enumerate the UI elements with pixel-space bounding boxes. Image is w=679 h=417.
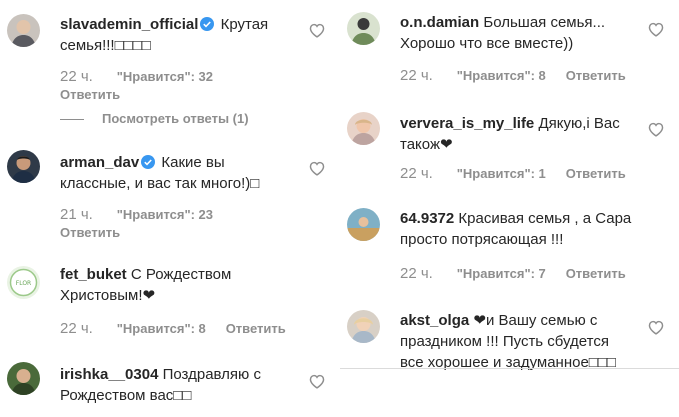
comment-username[interactable]: slavademin_official <box>60 16 198 33</box>
comment-likes[interactable]: "Нравится": 23 <box>117 207 213 222</box>
heart-outline-icon[interactable] <box>308 373 326 389</box>
avatar[interactable] <box>347 208 380 241</box>
comment-username[interactable]: ververa_is_my_life <box>400 115 534 132</box>
comment-text-line: Хорошо что все вместе)) <box>400 35 574 52</box>
comment-text-line: С Рождеством <box>130 266 232 283</box>
comment-username[interactable]: arman_dav <box>60 154 139 171</box>
comment-text-line: Какие вы <box>161 154 225 171</box>
avatar[interactable] <box>347 112 380 145</box>
reply-button[interactable]: Ответить <box>566 266 626 281</box>
comment-text-line: Дякую,і Вас <box>538 115 620 132</box>
comment-text-line: ❤и Вашу семью с <box>473 312 598 329</box>
avatar[interactable] <box>347 12 380 45</box>
comment-meta: 22 ч. "Нравится": 32 <box>60 68 229 85</box>
comment-username[interactable]: irishka__0304 <box>60 366 158 383</box>
comment-text: slavademin_official Крутая семья!!!□□□□ <box>60 14 285 56</box>
verified-badge-icon <box>200 17 215 31</box>
comment-time: 22 ч. <box>60 68 93 85</box>
comment-text-line: Рождеством вас□□ <box>60 387 192 404</box>
comment-meta: 21 ч. "Нравится": 23 <box>60 206 229 223</box>
comment-meta: 22 ч. "Нравится": 8 Ответить <box>60 320 286 337</box>
comment-username[interactable]: fet_buket <box>60 266 127 283</box>
avatar[interactable] <box>7 14 40 47</box>
comment-likes[interactable]: "Нравится": 8 <box>457 68 546 83</box>
heart-outline-icon[interactable] <box>308 22 326 38</box>
reply-button[interactable]: Ответить <box>60 225 120 240</box>
reply-button[interactable]: Ответить <box>566 68 626 83</box>
view-replies-label: Посмотреть ответы (1) <box>102 111 249 126</box>
verified-badge-icon <box>141 155 156 169</box>
comment-text-line: праздником !!! Пусть сбудется <box>400 333 609 350</box>
reply-button[interactable]: Ответить <box>566 166 626 181</box>
avatar[interactable] <box>7 150 40 183</box>
comment-meta: 22 ч. "Нравится": 1 Ответить <box>400 165 626 182</box>
divider-dash <box>60 119 84 121</box>
comment-text: arman_dav Какие вы классные, и вас так м… <box>60 152 285 194</box>
comment-text-line: також❤ <box>400 136 453 153</box>
comment-text: ververa_is_my_life Дякую,і Вас також❤ <box>400 113 625 155</box>
avatar[interactable] <box>347 310 380 343</box>
comment-time: 21 ч. <box>60 206 93 223</box>
comment-text: fet_buket С Рождеством Христовым!❤ <box>60 264 285 306</box>
avatar[interactable]: FLOR <box>7 266 40 299</box>
heart-outline-icon[interactable] <box>647 21 665 37</box>
comment-time: 22 ч. <box>60 320 93 337</box>
comment-username[interactable]: akst_olga <box>400 312 469 329</box>
comment-likes[interactable]: "Нравится": 32 <box>117 69 213 84</box>
comment-username[interactable]: o.n.damian <box>400 14 479 31</box>
comment-likes[interactable]: "Нравится": 1 <box>457 166 546 181</box>
comment-text: akst_olga ❤и Вашу семью с праздником !!!… <box>400 310 650 373</box>
comment-text-line: Большая семья... <box>483 14 606 31</box>
svg-text:FLOR: FLOR <box>16 280 31 287</box>
comment-text-line: семья!!!□□□□ <box>60 37 151 54</box>
divider <box>340 368 679 369</box>
heart-outline-icon[interactable] <box>647 121 665 137</box>
reply-button[interactable]: Ответить <box>60 87 120 102</box>
comment-meta: 22 ч. "Нравится": 8 Ответить <box>400 67 626 84</box>
comment-likes[interactable]: "Нравится": 8 <box>117 321 206 336</box>
comment-text-line: Крутая <box>220 16 269 33</box>
reply-button[interactable]: Ответить <box>226 321 286 336</box>
comment-meta: 22 ч. "Нравится": 7 Ответить <box>400 265 626 282</box>
comment-username[interactable]: 64.9372 <box>400 210 454 227</box>
comment-time: 22 ч. <box>400 265 433 282</box>
avatar[interactable] <box>7 362 40 395</box>
heart-outline-icon[interactable] <box>647 319 665 335</box>
comment-text-line: Красивая семья , а Сара <box>458 210 632 227</box>
comment-text-line: классные, и вас так много!)□ <box>60 175 260 192</box>
comment-text-line: Христовым!❤ <box>60 287 156 304</box>
comment-time: 22 ч. <box>400 165 433 182</box>
view-replies-button[interactable]: Посмотреть ответы (1) <box>60 111 249 126</box>
comment-text: irishka__0304 Поздравляю с Рождеством ва… <box>60 364 285 406</box>
comment-text-line: просто потрясающая !!! <box>400 231 564 248</box>
comment-likes[interactable]: "Нравится": 7 <box>457 266 546 281</box>
comment-text: 64.9372 Красивая семья , а Сара просто п… <box>400 208 650 250</box>
comment-time: 22 ч. <box>400 67 433 84</box>
heart-outline-icon[interactable] <box>308 160 326 176</box>
comment-text-line: Поздравляю с <box>162 366 261 383</box>
comment-text: o.n.damian Большая семья... Хорошо что в… <box>400 12 640 54</box>
